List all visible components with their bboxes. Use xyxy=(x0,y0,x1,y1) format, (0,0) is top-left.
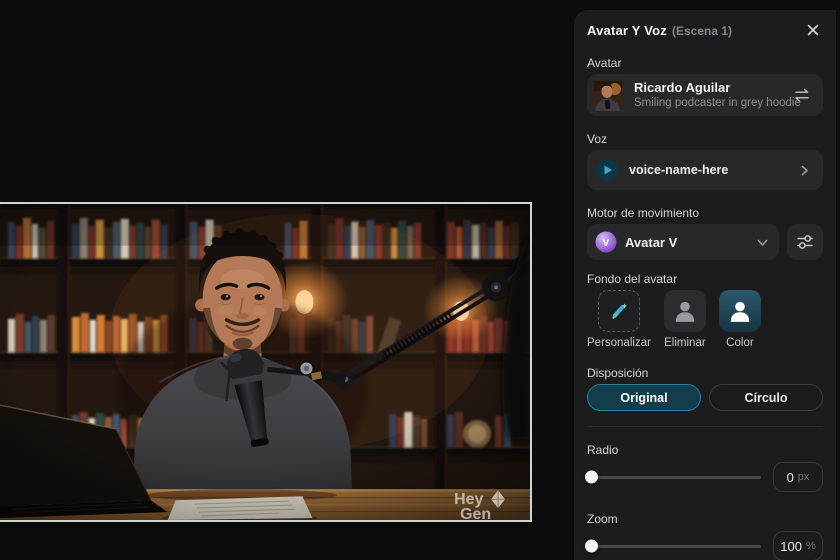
panel-header: Avatar Y Voz (Escena 1) xyxy=(587,20,823,40)
layout-original-button[interactable]: Original xyxy=(587,384,701,411)
voice-section-label: Voz xyxy=(587,132,823,146)
zoom-slider-thumb[interactable] xyxy=(585,540,598,553)
bg-remove-tile[interactable] xyxy=(664,290,706,332)
avatar-name: Ricardo Aguilar xyxy=(634,81,781,95)
radius-slider[interactable] xyxy=(587,476,761,479)
svg-text:V: V xyxy=(603,238,610,249)
avatar-v-badge-icon: V xyxy=(595,231,617,253)
close-icon xyxy=(805,22,821,38)
avatar-card[interactable]: Ricardo Aguilar Smiling podcaster in gre… xyxy=(587,74,823,116)
avatar-voice-panel: Avatar Y Voz (Escena 1) Avatar xyxy=(574,10,836,560)
voice-card[interactable]: voice-name-here xyxy=(587,150,823,190)
avatar-description: Smiling podcaster in grey hoodie xyxy=(634,97,781,110)
avatar-section-label: Avatar xyxy=(587,56,823,70)
radius-value-box[interactable]: 0 px xyxy=(773,462,823,492)
svg-text:Gen: Gen xyxy=(460,506,491,520)
bg-option-color: Color xyxy=(719,290,761,350)
avatar-video-preview: Hey Gen xyxy=(0,204,530,520)
scene-tag: (Escena 1) xyxy=(672,24,732,38)
zoom-section-label: Zoom xyxy=(587,512,823,526)
tune-icon xyxy=(795,232,815,252)
bg-color-tile[interactable] xyxy=(719,290,761,332)
bg-color-label: Color xyxy=(726,337,753,350)
divider xyxy=(587,426,823,427)
zoom-value: 100 xyxy=(780,539,802,554)
panel-title: Avatar Y Voz xyxy=(587,23,667,38)
person-silhouette-icon xyxy=(727,298,753,324)
motion-section-label: Motor de movimiento xyxy=(587,206,823,220)
video-canvas[interactable]: Hey Gen xyxy=(0,202,532,522)
chevron-down-icon xyxy=(756,236,769,249)
bg-option-eliminar: Eliminar xyxy=(664,290,706,350)
magic-pen-icon xyxy=(608,300,630,322)
close-button[interactable] xyxy=(803,20,823,40)
bg-option-personalizar: Personalizar xyxy=(587,290,651,350)
motion-engine-dropdown[interactable]: V Avatar V xyxy=(587,224,779,260)
zoom-unit: % xyxy=(806,540,816,552)
person-silhouette-icon xyxy=(672,298,698,324)
bg-customize-tile[interactable] xyxy=(598,290,640,332)
radius-slider-thumb[interactable] xyxy=(585,471,598,484)
swap-avatar-button[interactable] xyxy=(791,84,813,106)
motion-engine-value: Avatar V xyxy=(625,235,748,250)
swap-horizontal-icon xyxy=(793,86,811,104)
play-icon xyxy=(595,158,619,182)
bg-customize-label: Personalizar xyxy=(587,337,651,350)
motion-settings-button[interactable] xyxy=(787,224,823,260)
background-section-label: Fondo del avatar xyxy=(587,272,823,286)
radius-value: 0 xyxy=(787,470,794,485)
zoom-slider[interactable] xyxy=(587,545,761,548)
layout-section-label: Disposición xyxy=(587,366,823,380)
chevron-right-icon xyxy=(798,164,811,177)
radius-section-label: Radio xyxy=(587,443,823,457)
avatar-thumbnail xyxy=(592,79,624,111)
radius-unit: px xyxy=(798,471,810,483)
heygen-editor-screen: Hey Gen Avatar Y Voz (Escena 1) xyxy=(0,0,840,560)
play-voice-button[interactable] xyxy=(595,158,619,182)
zoom-value-box[interactable]: 100 % xyxy=(773,531,823,560)
layout-circle-button[interactable]: Círculo xyxy=(709,384,823,411)
bg-remove-label: Eliminar xyxy=(664,337,706,350)
editor-stage: Hey Gen xyxy=(0,0,572,560)
voice-name: voice-name-here xyxy=(629,163,788,177)
